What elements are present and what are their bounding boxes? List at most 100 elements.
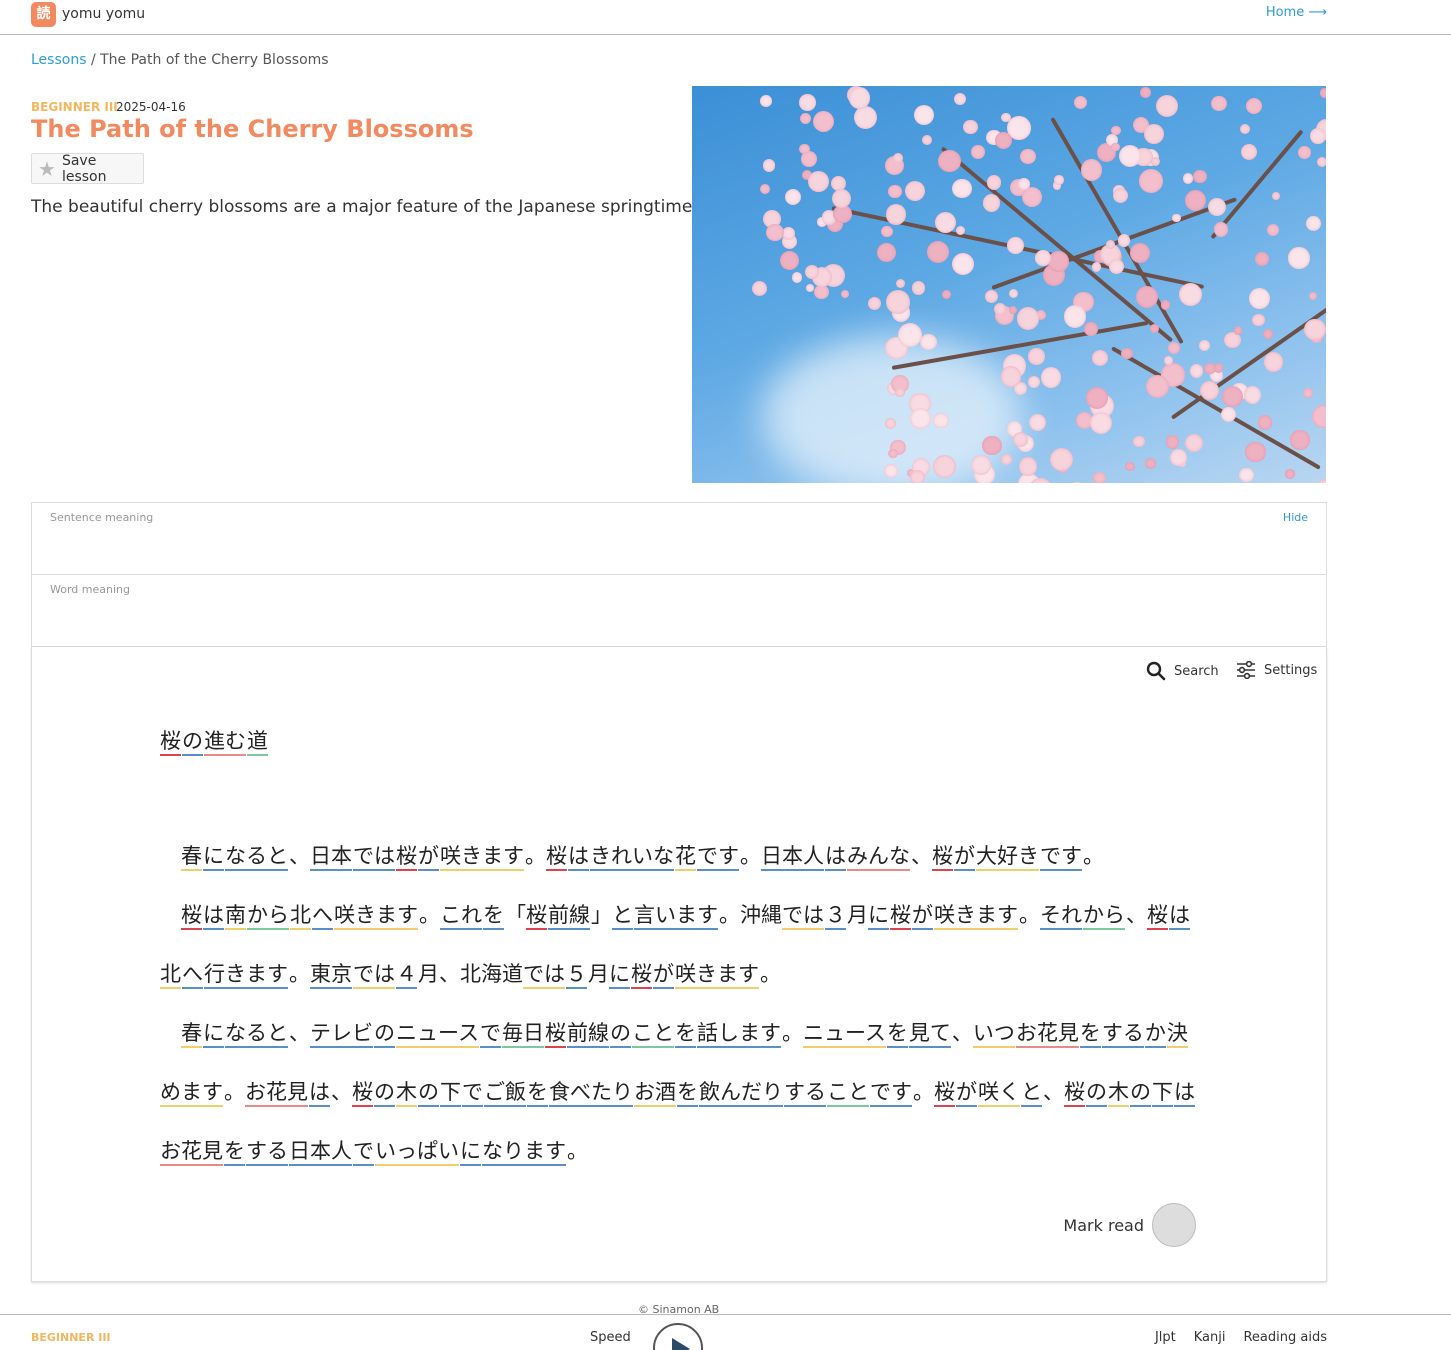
- word-token[interactable]: が: [954, 844, 975, 871]
- logo-icon[interactable]: 読: [31, 2, 56, 27]
- word-token[interactable]: が: [912, 903, 933, 930]
- word-token[interactable]: では: [353, 844, 395, 871]
- word-token[interactable]: 前線: [548, 903, 590, 930]
- word-token[interactable]: する: [784, 1080, 826, 1107]
- word-token[interactable]: の: [609, 1021, 631, 1048]
- word-token[interactable]: 飲んだり: [699, 1080, 783, 1107]
- word-token[interactable]: する: [246, 1139, 288, 1166]
- word-token[interactable]: か: [1144, 1021, 1166, 1048]
- word-token[interactable]: 毎日: [501, 1021, 544, 1048]
- word-token[interactable]: で: [462, 1080, 483, 1107]
- play-button[interactable]: [653, 1323, 703, 1350]
- word-token[interactable]: です: [1040, 844, 1082, 871]
- word-token[interactable]: では: [782, 903, 824, 930]
- word-token[interactable]: 下: [440, 1080, 461, 1107]
- word-token[interactable]: 桜: [1147, 903, 1168, 930]
- word-token[interactable]: 木: [396, 1080, 417, 1107]
- word-token[interactable]: こと: [827, 1080, 869, 1107]
- word-token[interactable]: 花: [675, 844, 696, 871]
- word-token[interactable]: 下: [1152, 1080, 1173, 1107]
- home-link[interactable]: Home ⟶: [1266, 5, 1327, 20]
- word-token[interactable]: ３: [825, 903, 846, 930]
- word-token[interactable]: 桜: [890, 903, 911, 930]
- word-token[interactable]: は: [203, 903, 224, 930]
- word-token[interactable]: 道: [247, 729, 268, 756]
- word-token[interactable]: 言います: [634, 903, 718, 930]
- word-token[interactable]: 桜: [1064, 1080, 1085, 1107]
- word-token[interactable]: 日本人: [289, 1139, 352, 1166]
- word-token[interactable]: 話します: [696, 1021, 781, 1048]
- word-token[interactable]: の: [1130, 1080, 1151, 1107]
- word-token[interactable]: へ: [182, 962, 203, 989]
- word-token[interactable]: みんな: [847, 844, 910, 871]
- word-token[interactable]: に: [868, 903, 889, 930]
- word-token[interactable]: を: [886, 1021, 908, 1048]
- mark-read-toggle[interactable]: [1152, 1203, 1196, 1247]
- word-token[interactable]: なると: [225, 1021, 288, 1048]
- word-token[interactable]: 咲く: [978, 1080, 1020, 1107]
- word-token[interactable]: の: [418, 1080, 439, 1107]
- word-token[interactable]: と: [612, 903, 633, 930]
- word-token[interactable]: は: [825, 844, 846, 871]
- word-token[interactable]: を: [1079, 1021, 1101, 1048]
- word-token[interactable]: の: [374, 1080, 395, 1107]
- word-token[interactable]: に: [609, 962, 630, 989]
- word-token[interactable]: では: [353, 962, 395, 989]
- word-token[interactable]: を: [224, 1139, 245, 1166]
- word-token[interactable]: です: [870, 1080, 912, 1107]
- word-token[interactable]: 桜: [160, 729, 181, 756]
- word-token[interactable]: から: [1083, 903, 1125, 930]
- word-token[interactable]: が: [956, 1080, 977, 1107]
- word-token[interactable]: を: [677, 1080, 698, 1107]
- word-token[interactable]: 行きます: [204, 962, 288, 989]
- word-token[interactable]: こと: [631, 1021, 674, 1048]
- word-token[interactable]: で: [479, 1021, 501, 1048]
- word-token[interactable]: ５: [566, 962, 587, 989]
- word-token[interactable]: 桜: [181, 903, 202, 930]
- brand-name[interactable]: yomu yomu: [62, 6, 145, 22]
- speed-control[interactable]: Speed: [590, 1330, 631, 1345]
- search-button[interactable]: Search: [1146, 661, 1219, 681]
- word-token[interactable]: 木: [1108, 1080, 1129, 1107]
- reading-aids-link[interactable]: Reading aids: [1243, 1330, 1327, 1345]
- word-token[interactable]: 咲きます: [675, 962, 759, 989]
- word-token[interactable]: テレビ: [310, 1021, 373, 1048]
- word-token[interactable]: と: [1021, 1080, 1042, 1107]
- word-token[interactable]: を: [527, 1080, 548, 1107]
- word-token[interactable]: です: [697, 844, 739, 871]
- word-token[interactable]: 東京: [310, 962, 352, 989]
- word-token[interactable]: へ: [312, 903, 333, 930]
- word-token[interactable]: ご飯: [484, 1080, 526, 1107]
- word-token[interactable]: が: [653, 962, 674, 989]
- word-token[interactable]: が: [418, 844, 439, 871]
- word-token[interactable]: を: [674, 1021, 696, 1048]
- word-token[interactable]: 南: [225, 903, 246, 930]
- word-token[interactable]: いつ: [972, 1021, 1015, 1048]
- word-token[interactable]: 北: [290, 903, 311, 930]
- word-token[interactable]: 春: [181, 1021, 202, 1048]
- word-token[interactable]: の: [182, 729, 203, 756]
- word-token[interactable]: 桜: [352, 1080, 373, 1107]
- word-token[interactable]: に: [460, 1139, 481, 1166]
- word-token[interactable]: 桜: [932, 844, 953, 871]
- word-token[interactable]: では: [523, 962, 565, 989]
- save-lesson-button[interactable]: ★ Save lesson: [31, 153, 144, 185]
- word-token[interactable]: 前線: [566, 1021, 609, 1048]
- jlpt-link[interactable]: Jlpt: [1155, 1330, 1176, 1345]
- word-token[interactable]: 春: [181, 844, 202, 871]
- word-token[interactable]: から: [247, 903, 289, 930]
- word-token[interactable]: きれいな: [590, 844, 674, 871]
- word-token[interactable]: ニュース: [802, 1021, 886, 1048]
- word-token[interactable]: なると: [225, 844, 288, 871]
- word-token[interactable]: 桜: [526, 903, 547, 930]
- breadcrumb-lessons-link[interactable]: Lessons: [31, 52, 87, 68]
- word-token[interactable]: 桜: [544, 1021, 566, 1048]
- word-token[interactable]: いっぱい: [375, 1139, 459, 1166]
- word-token[interactable]: は: [1169, 903, 1190, 930]
- word-token[interactable]: 見て: [908, 1021, 951, 1048]
- word-token[interactable]: 北: [160, 962, 181, 989]
- word-token[interactable]: 桜: [396, 844, 417, 871]
- word-token[interactable]: に: [203, 844, 224, 871]
- word-token[interactable]: ４: [396, 962, 417, 989]
- word-token[interactable]: 進む: [204, 729, 246, 756]
